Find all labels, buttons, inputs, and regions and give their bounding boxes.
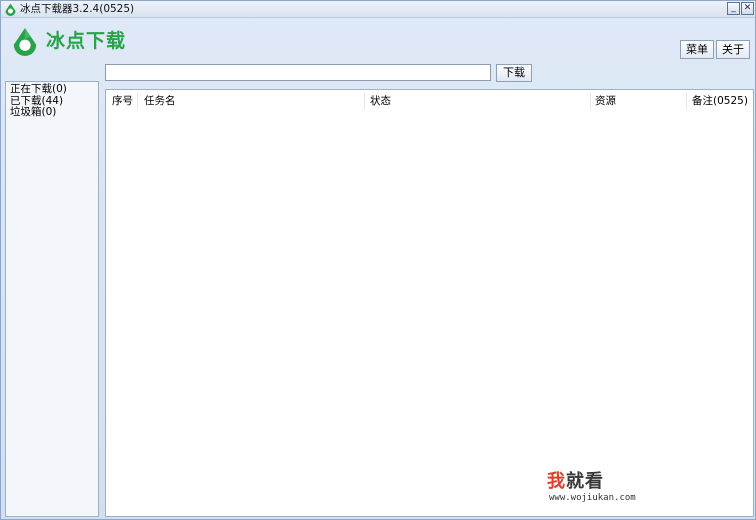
menu-button[interactable]: 菜单 [680,40,714,59]
sidebar-item-trash[interactable]: 垃圾箱(0) [6,106,67,119]
download-button[interactable]: 下载 [496,64,532,82]
watermark-char-highlight: 我 [547,471,566,492]
site-watermark: 我就看 www.wojiukan.com [547,471,657,507]
droplet-logo-icon [13,28,37,56]
brand-name: 冰点下载 [46,30,127,52]
column-header-index[interactable]: 序号 [112,95,133,108]
about-button[interactable]: 关于 [716,40,750,59]
app-window: 冰点下载器3.2.4(0525) _ ✕ 冰点下载 菜单 关于 下载 正在下载(… [0,0,756,520]
task-table[interactable]: 序号 任务名 状态 资源 备注(0525) [105,89,754,517]
brand-logo: 冰点下载 [9,25,139,59]
column-divider[interactable] [364,93,365,110]
column-divider[interactable] [137,93,138,110]
column-divider[interactable] [686,93,687,110]
url-input[interactable] [105,64,491,81]
sidebar-item-downloading[interactable]: 正在下载(0) [6,83,67,96]
title-bar[interactable]: 冰点下载器3.2.4(0525) _ ✕ [1,1,755,18]
watermark-url: www.wojiukan.com [549,493,636,503]
column-header-task-name[interactable]: 任务名 [144,95,176,108]
watermark-title: 我就看 [547,471,604,493]
category-sidebar: 正在下载(0) 已下载(44) 垃圾箱(0) [5,81,99,517]
column-header-source[interactable]: 资源 [595,95,616,108]
app-logo-icon [5,3,16,16]
column-divider[interactable] [590,93,591,110]
close-button[interactable]: ✕ [741,2,754,15]
watermark-chars: 就看 [566,471,604,492]
window-title: 冰点下载器3.2.4(0525) [20,3,135,15]
column-header-notes[interactable]: 备注(0525) [692,95,748,108]
column-header-status[interactable]: 状态 [370,95,391,108]
minimize-button[interactable]: _ [727,2,740,15]
